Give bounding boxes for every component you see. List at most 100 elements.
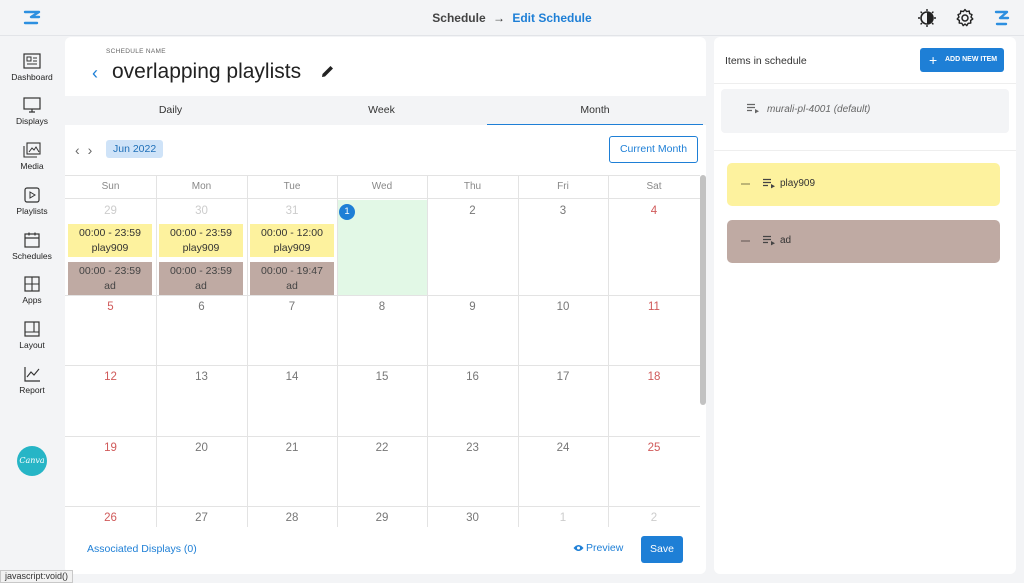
day-number[interactable]: 20 — [156, 442, 247, 454]
add-new-item-button[interactable]: + ADD NEW ITEM — [920, 48, 1004, 72]
apps-icon — [24, 276, 40, 292]
day-number[interactable]: 31 — [247, 205, 337, 217]
day-number[interactable]: 12 — [65, 371, 156, 383]
link-status-tooltip: javascript:void() — [0, 570, 74, 583]
associated-displays-link[interactable]: Associated Displays (0) — [87, 543, 197, 555]
day-number[interactable]: 23 — [427, 442, 518, 454]
day-number[interactable]: 19 — [65, 442, 156, 454]
sidebar-item-apps[interactable]: Apps — [0, 276, 64, 305]
sidebar-item-schedules[interactable]: Schedules — [0, 232, 64, 261]
sidebar-item-dashboard[interactable]: Dashboard — [0, 53, 64, 82]
top-bar: Schedule → Edit Schedule — [0, 0, 1024, 36]
drag-handle-icon[interactable] — [741, 183, 750, 185]
calendar-event[interactable]: 00:00 - 23:59 play909 — [159, 224, 243, 257]
event-time: 00:00 - 23:59 — [170, 265, 232, 277]
day-number[interactable]: 16 — [427, 371, 518, 383]
day-number[interactable]: 26 — [65, 512, 156, 524]
day-number[interactable]: 27 — [156, 512, 247, 524]
schedule-editor: SCHEDULE NAME ‹ overlapping playlists Da… — [65, 37, 706, 574]
event-name: play909 — [91, 242, 129, 254]
calendar-event[interactable]: 00:00 - 23:59 ad — [159, 262, 243, 295]
event-name: ad — [104, 280, 116, 292]
day-number[interactable]: 30 — [156, 205, 247, 217]
event-time: 00:00 - 23:59 — [170, 227, 232, 239]
day-number[interactable]: 11 — [608, 301, 700, 313]
day-number[interactable]: 5 — [65, 301, 156, 313]
day-number[interactable]: 1 — [518, 512, 608, 524]
day-number[interactable]: 29 — [65, 205, 156, 217]
settings-gear-icon[interactable] — [955, 8, 975, 28]
edit-pencil-icon[interactable] — [320, 64, 335, 79]
save-button[interactable]: Save — [641, 536, 683, 563]
dashboard-icon — [23, 53, 41, 69]
next-month-icon[interactable]: › — [88, 142, 93, 158]
day-number[interactable]: 29 — [337, 512, 427, 524]
tab-month[interactable]: Month — [487, 96, 703, 125]
playlist-icon — [24, 187, 40, 203]
current-month-chip[interactable]: Jun 2022 — [106, 140, 164, 158]
theme-toggle-icon[interactable] — [917, 8, 937, 28]
tab-week[interactable]: Week — [276, 96, 487, 125]
day-number[interactable]: 15 — [337, 371, 427, 383]
day-number[interactable]: 17 — [518, 371, 608, 383]
day-number[interactable]: 25 — [608, 442, 700, 454]
day-number[interactable]: 4 — [608, 205, 700, 217]
day-number[interactable]: 2 — [608, 512, 700, 524]
day-number[interactable]: 8 — [337, 301, 427, 313]
breadcrumb-parent[interactable]: Schedule — [432, 11, 485, 25]
day-number[interactable]: 13 — [156, 371, 247, 383]
calendar-event[interactable]: 00:00 - 23:59 play909 — [68, 224, 152, 257]
playlist-item[interactable]: ad — [727, 220, 1000, 263]
current-month-button[interactable]: Current Month — [609, 136, 698, 163]
playlist-item-name: ad — [780, 235, 792, 246]
day-number[interactable]: 30 — [427, 512, 518, 524]
event-name: play909 — [273, 242, 311, 254]
day-number[interactable]: 2 — [427, 205, 518, 217]
playlist-item[interactable]: play909 — [727, 163, 1000, 206]
calendar-scrollbar[interactable] — [700, 175, 706, 405]
day-number[interactable]: 3 — [518, 205, 608, 217]
day-number[interactable]: 18 — [608, 371, 700, 383]
day-number[interactable]: 22 — [337, 442, 427, 454]
sidebar-item-layout[interactable]: Layout — [0, 321, 64, 350]
prev-month-icon[interactable]: ‹ — [75, 142, 80, 158]
sidebar: Dashboard Displays Media Playlists Sched… — [0, 36, 64, 583]
day-number[interactable]: 21 — [247, 442, 337, 454]
sidebar-item-label: Layout — [19, 340, 45, 350]
sidebar-item-media[interactable]: Media — [0, 142, 64, 171]
day-number[interactable]: 6 — [156, 301, 247, 313]
drag-handle-icon[interactable] — [741, 240, 750, 242]
sidebar-item-playlists[interactable]: Playlists — [0, 187, 64, 216]
back-button[interactable]: ‹ — [92, 63, 98, 84]
canva-app-icon[interactable]: Canva — [17, 446, 47, 476]
sidebar-item-report[interactable]: Report — [0, 366, 64, 395]
day-number[interactable]: 7 — [247, 301, 337, 313]
sidebar-item-label: Apps — [22, 295, 42, 305]
layout-icon — [24, 321, 40, 337]
sidebar-item-label: Report — [19, 385, 45, 395]
day-number[interactable]: 24 — [518, 442, 608, 454]
day-number[interactable]: 28 — [247, 512, 337, 524]
day-number[interactable]: 10 — [518, 301, 608, 313]
event-name: play909 — [182, 242, 220, 254]
divider — [714, 150, 1016, 151]
weekday-header: Tue — [283, 181, 301, 192]
calendar-event[interactable]: 00:00 - 19:47 ad — [250, 262, 334, 295]
brand-logo-icon[interactable] — [992, 8, 1012, 28]
default-playlist-item[interactable]: murali-pl-4001 (default) — [721, 89, 1009, 133]
playlist-queue-icon — [763, 235, 775, 246]
calendar-event[interactable]: 00:00 - 12:00 play909 — [250, 224, 334, 257]
grid-line — [65, 365, 700, 366]
tab-daily[interactable]: Daily — [65, 96, 276, 125]
month-calendar: Sun Mon Tue Wed Thu Fri Sat 29 30 31 1 2 3 4 5 6 7 8 9 10 1… — [65, 175, 700, 527]
event-name: ad — [195, 280, 207, 292]
event-time: 00:00 - 12:00 — [261, 227, 323, 239]
calendar-event[interactable]: 00:00 - 23:59 ad — [68, 262, 152, 295]
sidebar-item-displays[interactable]: Displays — [0, 97, 64, 126]
today-date-badge[interactable]: 1 — [339, 204, 355, 220]
day-number[interactable]: 14 — [247, 371, 337, 383]
breadcrumb: Schedule → Edit Schedule — [0, 11, 1024, 25]
breadcrumb-arrow-icon: → — [493, 11, 505, 25]
preview-button[interactable]: Preview — [573, 542, 623, 554]
day-number[interactable]: 9 — [427, 301, 518, 313]
